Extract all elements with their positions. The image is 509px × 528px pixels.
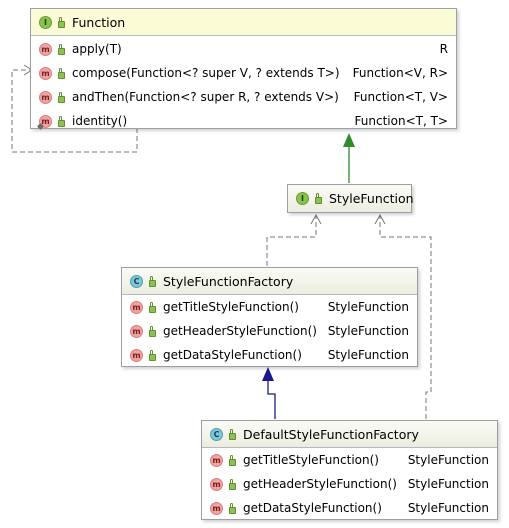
method-return-type: Function<V, R> [352,66,448,80]
default-factory-extends-factory-line [267,381,276,419]
method-icon: m [130,348,143,362]
public-lock-icon [149,275,156,287]
method-row[interactable]: m getDataStyleFunction() StyleFunction [122,343,417,367]
method-name: getHeaderStyleFunction() [243,477,397,491]
method-return-type: Function<T, V> [353,90,448,104]
public-lock-icon [58,43,65,55]
stylefunction-extends-function-arrowhead [343,133,355,147]
method-row[interactable]: m getDataStyleFunction() StyleFunction [202,496,497,520]
method-icon: m [39,90,52,104]
interface-icon: I [296,192,309,205]
method-icon: m [210,501,223,515]
method-name: getTitleStyleFunction() [243,453,379,467]
public-lock-icon [58,91,65,103]
method-row[interactable]: m apply(T) R [31,37,456,61]
function-interface-name: Function [72,14,126,30]
method-icon: m [39,66,52,80]
method-return-type: StyleFunction [407,477,489,491]
stylefunction-interface-header: I StyleFunction [288,185,414,212]
defaultstylefunctionfactory-class-header: C DefaultStyleFunctionFactory [202,421,497,448]
static-method-icon: m [39,114,52,128]
method-icon: m [130,300,143,314]
function-interface-box[interactable]: I Function m apply(T) R m compose(Functi… [30,8,457,129]
public-lock-icon [229,428,236,440]
method-return-type: StyleFunction [407,501,489,515]
method-name: getDataStyleFunction() [163,348,302,362]
method-name: getTitleStyleFunction() [163,300,299,314]
method-name: apply(T) [72,42,122,56]
method-return-type: Function<T, T> [354,114,448,128]
method-icon: m [210,453,223,467]
public-lock-icon [229,502,236,514]
public-lock-icon [229,454,236,466]
public-lock-icon [58,16,65,28]
defaultstylefunctionfactory-class-name: DefaultStyleFunctionFactory [243,426,419,442]
method-icon: m [39,42,52,56]
stylefunctionfactory-class-name: StyleFunctionFactory [163,273,294,289]
default-factory-extends-factory-arrowhead [262,367,274,381]
method-return-type: R [439,42,448,56]
method-icon: m [130,324,143,338]
stylefunction-interface-name: StyleFunction [329,191,414,206]
class-icon: C [210,427,223,441]
method-row[interactable]: m getTitleStyleFunction() StyleFunction [122,295,417,319]
public-lock-icon [149,325,156,337]
public-lock-icon [58,67,65,79]
method-row[interactable]: m identity() Function<T, T> [31,109,456,133]
factory-uses-stylefunction-line [266,215,317,266]
public-lock-icon [315,193,322,204]
method-row[interactable]: m getTitleStyleFunction() StyleFunction [202,448,497,472]
method-icon: m [210,477,223,491]
method-row[interactable]: m andThen(Function<? super R, ? extends … [31,85,456,109]
method-row[interactable]: m compose(Function<? super V, ? extends … [31,61,456,85]
public-lock-icon [149,301,156,313]
method-row[interactable]: m getHeaderStyleFunction() StyleFunction [202,472,497,496]
method-return-type: StyleFunction [407,453,489,467]
stylefunctionfactory-class-box[interactable]: C StyleFunctionFactory m getTitleStyleFu… [121,267,418,367]
function-interface-header: I Function [31,9,456,36]
method-name: compose(Function<? super V, ? extends T>… [72,66,340,80]
public-lock-icon [149,349,156,361]
interface-icon: I [39,15,52,29]
stylefunctionfactory-class-header: C StyleFunctionFactory [122,268,417,295]
defaultstylefunctionfactory-class-box[interactable]: C DefaultStyleFunctionFactory m getTitle… [201,420,498,520]
method-name: andThen(Function<? super R, ? extends V>… [72,90,339,104]
method-name: getDataStyleFunction() [243,501,382,515]
stylefunction-interface-box[interactable]: I StyleFunction [287,184,414,213]
method-return-type: StyleFunction [327,348,409,362]
method-name: getHeaderStyleFunction() [163,324,317,338]
class-icon: C [130,274,143,288]
public-lock-icon [229,478,236,490]
method-return-type: StyleFunction [327,324,409,338]
public-lock-icon [58,115,65,127]
method-return-type: StyleFunction [327,300,409,314]
method-name: identity() [72,114,128,128]
method-row[interactable]: m getHeaderStyleFunction() StyleFunction [122,319,417,343]
